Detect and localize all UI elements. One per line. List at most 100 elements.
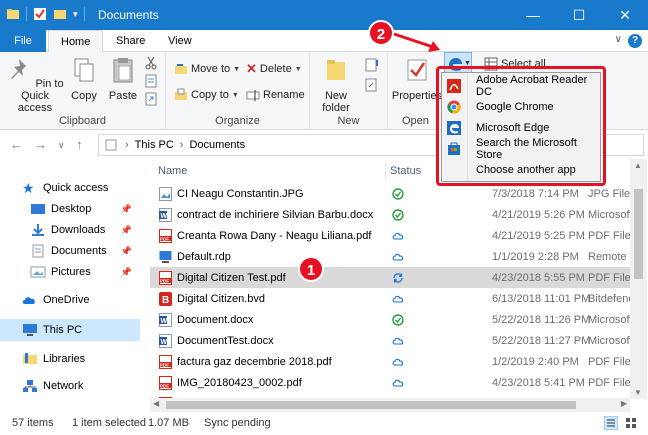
new-folder-icon[interactable] (53, 7, 67, 21)
table-row[interactable]: PDF Creanta Rowa Dany - Neagu Liliana.pdf… (150, 225, 630, 246)
up-icon[interactable]: ↑ (76, 137, 83, 152)
new-item-icon[interactable] (364, 58, 380, 72)
pin-icon: 📌 (120, 203, 132, 214)
nav-downloads[interactable]: Downloads 📌 (0, 219, 140, 241)
tab-file[interactable]: File (0, 30, 46, 52)
vertical-scrollbar[interactable]: ▲ ▼ (630, 159, 647, 399)
recent-locations-icon[interactable]: ∨ (58, 140, 65, 151)
cloud-icon (392, 335, 404, 347)
copy-to-icon (175, 88, 187, 100)
scroll-up-icon[interactable]: ▲ (634, 161, 642, 170)
rename-button[interactable]: Rename (246, 86, 305, 104)
nav-pictures[interactable]: Pictures 📌 (0, 261, 140, 283)
scroll-right-icon[interactable]: ▶ (621, 399, 627, 408)
nav-this-pc[interactable]: This PC (0, 319, 140, 341)
clipboard-group: Pin to Quick access Copy Paste Clipboard (0, 52, 166, 130)
delete-icon: ✕ (246, 61, 257, 76)
document-folder-icon (105, 139, 117, 151)
scroll-down-icon[interactable]: ▼ (634, 388, 642, 397)
copy-path-icon[interactable] (144, 74, 158, 88)
table-row[interactable]: Default.rdp 1/1/2019 2:28 PM Remote Deskt (150, 246, 630, 267)
properties-icon[interactable] (33, 7, 47, 21)
minimize-button[interactable]: — (510, 0, 556, 30)
nav-quick-access[interactable]: ★ Quick access (0, 177, 140, 199)
tab-view[interactable]: View (156, 30, 204, 52)
scrollbar-thumb[interactable] (634, 189, 643, 279)
large-icons-view-icon[interactable] (624, 416, 638, 430)
organize-group: Move to ▼ Copy to ▼ ✕ Delete ▼ Rename Or… (166, 52, 310, 130)
file-date: 4/21/2019 5:26 PM (492, 208, 585, 221)
computer-icon (23, 324, 37, 336)
scroll-left-icon[interactable]: ◀ (153, 399, 159, 408)
table-row[interactable]: CI Neagu Constantin.JPG 7/3/2018 7:14 PM J… (150, 183, 630, 204)
nav-label: Pictures (51, 266, 91, 278)
new-group-label: New (337, 115, 360, 127)
file-date: 6/13/2018 11:01 PM (492, 292, 591, 305)
table-row[interactable]: PDF IMG_20180423_0002.pdf 4/23/2018 5:41 P… (150, 372, 630, 393)
remote-desktop-icon (159, 250, 172, 264)
column-header-status[interactable]: Status (390, 165, 421, 177)
move-to-icon (175, 64, 187, 74)
table-row[interactable]: W DocumentTest.docx 5/22/2018 11:27 PM Micr… (150, 330, 630, 351)
nav-onedrive[interactable]: OneDrive (0, 289, 140, 311)
nav-documents[interactable]: Documents 📌 (0, 240, 140, 262)
move-to-button[interactable]: Move to ▼ (174, 60, 240, 78)
forward-icon[interactable]: → (34, 137, 47, 152)
word-file-icon: W (159, 207, 172, 222)
pdf-file-icon: PDF (159, 270, 172, 285)
nav-libraries[interactable]: Libraries (0, 348, 140, 370)
cloud-icon (392, 377, 404, 389)
close-button[interactable]: ✕ (602, 0, 648, 30)
nav-network[interactable]: Network (0, 375, 140, 397)
delete-button[interactable]: ✕ Delete ▼ (246, 60, 302, 78)
file-type: Bitdefender F (588, 292, 630, 305)
tab-share[interactable]: Share (104, 30, 157, 52)
navigation-pane: ★ Quick access Desktop 📌 Downloads 📌 Doc… (0, 159, 142, 410)
table-row[interactable]: Wcontract de inchiriere Silvian Barbu.do… (150, 204, 630, 225)
breadcrumb-this-pc[interactable]: This PC (135, 139, 174, 151)
chevron-down-icon[interactable]: ∨ (615, 34, 622, 45)
scrollbar-thumb[interactable] (166, 401, 576, 409)
address-bar[interactable]: › This PC › Documents (98, 134, 438, 156)
quick-access-toolbar: ▾ (6, 7, 85, 21)
file-name: Document.docx (177, 313, 254, 326)
cloud-icon (392, 230, 404, 242)
new-folder-button[interactable]: New folder (318, 56, 354, 114)
file-name: DocumentTest.docx (177, 334, 274, 347)
horizontal-scrollbar[interactable]: ◀ ▶ (150, 398, 630, 412)
nav-label: This PC (43, 324, 83, 336)
column-header-name[interactable]: Name (158, 165, 187, 177)
table-row[interactable]: PDF factura gaz decembrie 2018.pdf 1/2/201… (150, 351, 630, 372)
easy-access-icon[interactable] (364, 78, 380, 92)
copy-to-label: Copy to (191, 89, 229, 101)
customize-qa-icon[interactable]: ▾ (73, 9, 78, 20)
sync-pending-icon (392, 272, 404, 284)
network-icon (23, 380, 37, 392)
file-date: 7/3/2018 7:14 PM (492, 187, 579, 200)
file-type: PDF File (588, 229, 630, 242)
nav-desktop[interactable]: Desktop 📌 (0, 198, 140, 220)
nav-label: Network (43, 380, 84, 392)
table-row[interactable]: W Document.docx 5/22/2018 11:26 PM Microsof… (150, 309, 630, 330)
file-type: Microsoft Wo (588, 208, 630, 221)
file-date: 1/1/2019 2:28 PM (492, 250, 579, 263)
maximize-button[interactable]: ☐ (556, 0, 602, 30)
folder-icon (7, 9, 19, 19)
paste-shortcut-icon[interactable] (144, 92, 158, 106)
rename-label: Rename (263, 89, 305, 101)
pin-icon (11, 59, 27, 79)
cut-icon[interactable] (144, 56, 158, 70)
table-row[interactable]: PDF Digital Citizen Test.pdf 4/23/2018 5:5… (150, 267, 630, 288)
copy-button[interactable]: Copy (68, 56, 100, 102)
new-folder-label: New folder (322, 90, 350, 114)
tab-home[interactable]: Home (48, 30, 104, 53)
copy-to-button[interactable]: Copy to ▼ (174, 86, 239, 104)
breadcrumb-documents[interactable]: Documents (189, 139, 245, 151)
arrow-icon (393, 32, 440, 52)
paste-button[interactable]: Paste (106, 56, 140, 102)
back-icon[interactable]: ← (10, 137, 23, 152)
help-icon[interactable]: ? (628, 34, 642, 48)
table-row[interactable]: B Digital Citizen.bvd 6/13/2018 11:01 PM Bi… (150, 288, 630, 309)
details-view-icon[interactable] (604, 416, 618, 430)
pin-to-quick-access-button[interactable]: Pin to Quick access (4, 56, 66, 114)
